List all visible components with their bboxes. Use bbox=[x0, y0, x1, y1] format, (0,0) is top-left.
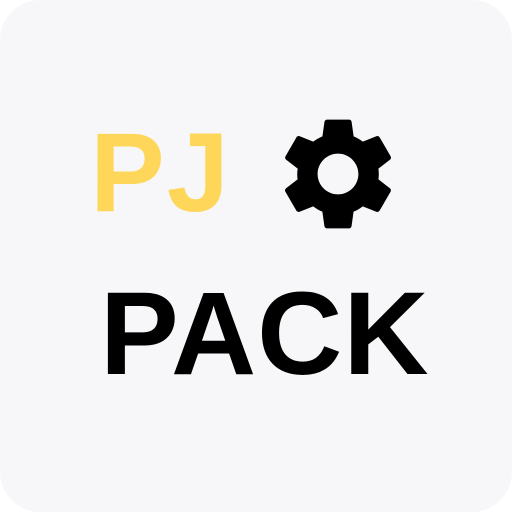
logo-word-pack: PACK bbox=[100, 268, 430, 400]
logo-word-pj: PJ bbox=[90, 110, 231, 235]
gear-icon bbox=[270, 106, 406, 242]
app-logo-tile: PJ PACK bbox=[0, 0, 512, 512]
